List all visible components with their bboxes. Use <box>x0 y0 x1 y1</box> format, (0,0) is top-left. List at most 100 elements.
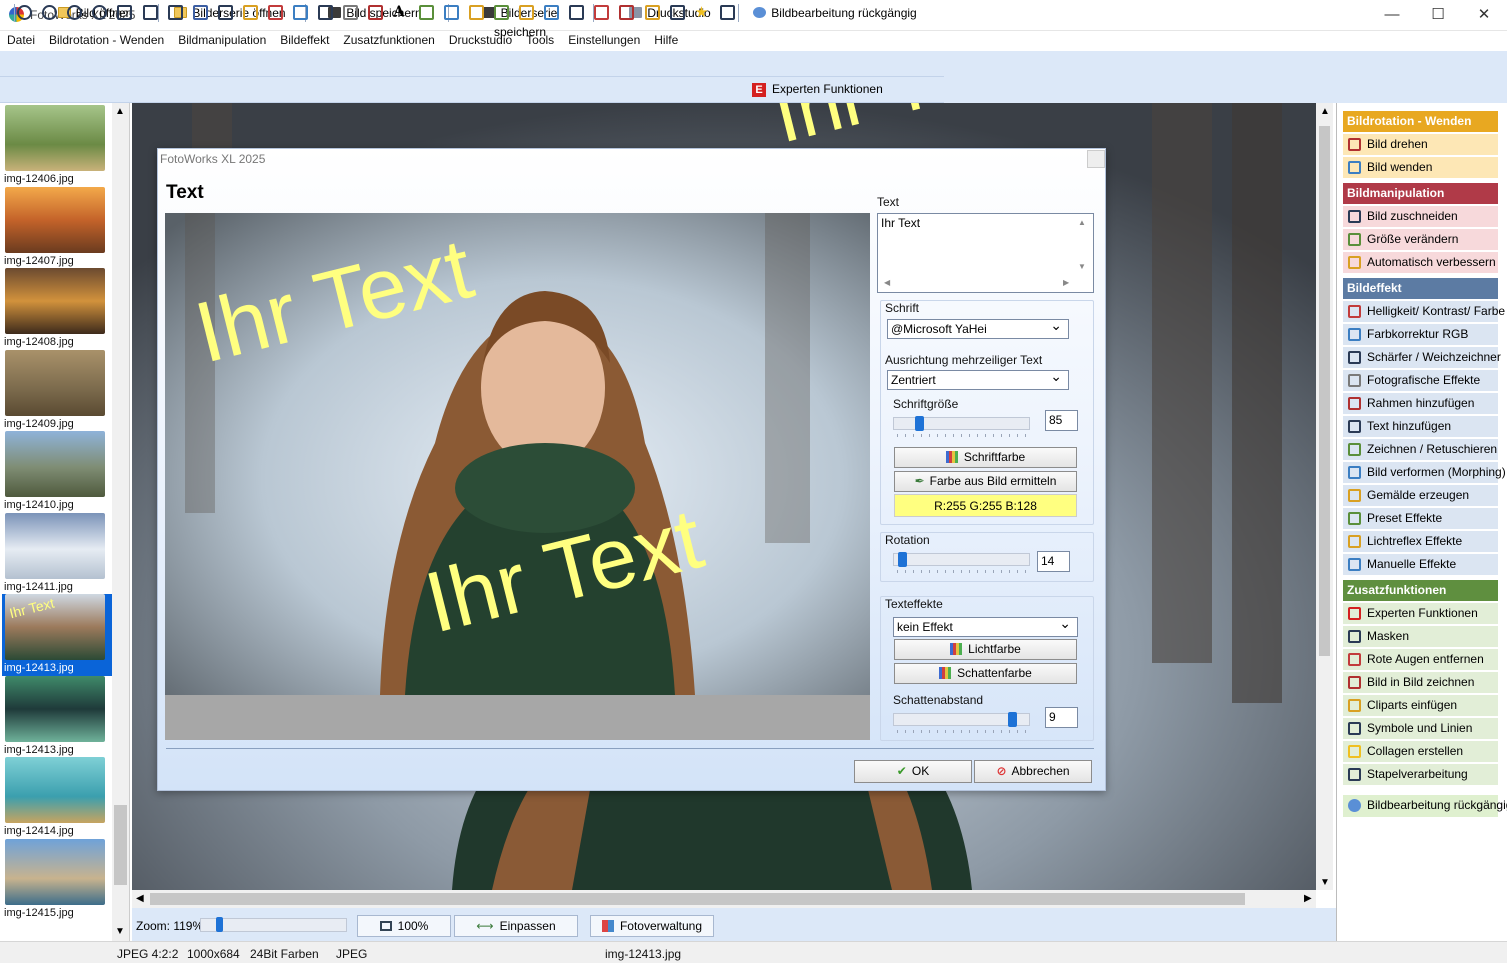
flip-vertical-icon[interactable] <box>142 5 158 20</box>
sidebar-item[interactable]: Bild drehen <box>1343 134 1498 156</box>
thumbnail-image[interactable] <box>5 349 105 416</box>
sidebar-item[interactable]: Fotografische Effekte <box>1343 370 1498 392</box>
text-scroll-right-icon[interactable]: ▶ <box>1063 278 1069 287</box>
menu-zusatzfunktionen[interactable]: Zusatzfunktionen <box>336 31 441 49</box>
zoom-fit-button[interactable]: ⟷ Einpassen <box>454 915 578 937</box>
text-icon[interactable]: A <box>394 5 409 20</box>
rotation-slider[interactable] <box>893 553 1030 566</box>
text-preview[interactable]: Ihr Text Ihr Text <box>165 213 870 695</box>
text-scroll-left-icon[interactable]: ◀ <box>884 278 890 287</box>
canvas-horizontal-scroll-thumb[interactable] <box>150 893 1245 905</box>
auto-enhance-icon[interactable] <box>242 5 258 20</box>
collage-star-icon[interactable]: ★ <box>695 5 710 20</box>
sidebar-undo-button[interactable]: Bildbearbeitung rückgängig <box>1343 795 1507 817</box>
sidebar-item[interactable]: Schärfer / Weichzeichner <box>1343 347 1501 369</box>
sidebar-item[interactable]: Bild in Bild zeichnen <box>1343 672 1498 694</box>
sidebar-section-header[interactable]: Bildrotation - Wenden <box>1343 111 1498 132</box>
menu-hilfe[interactable]: Hilfe <box>647 31 685 49</box>
scroll-down-icon[interactable]: ▼ <box>115 926 125 937</box>
sidebar-item[interactable]: Stapelverarbeitung <box>1343 764 1498 786</box>
sidebar-item[interactable]: Rahmen hinzufügen <box>1343 393 1498 415</box>
close-icon[interactable]: ✕ <box>1461 0 1507 30</box>
thumbnail-image[interactable] <box>5 105 105 171</box>
red-eye-icon[interactable] <box>594 5 610 20</box>
thumbnail-image[interactable]: Ihr Text <box>5 594 105 660</box>
resize-icon[interactable] <box>217 5 233 20</box>
batch-icon[interactable] <box>719 5 735 20</box>
font-size-input[interactable]: 85 <box>1045 410 1078 431</box>
maximize-icon[interactable]: ☐ <box>1415 0 1461 30</box>
sidebar-item[interactable]: Experten Funktionen <box>1343 603 1498 625</box>
shadow-distance-input[interactable]: 9 <box>1045 707 1078 728</box>
minimize-icon[interactable]: — <box>1369 0 1415 30</box>
sidebar-item[interactable]: Größe verändern <box>1343 229 1498 251</box>
sidebar-item[interactable]: Symbole und Linien <box>1343 718 1498 740</box>
sidebar-item[interactable]: Preset Effekte <box>1343 508 1498 530</box>
menu-bildrotation[interactable]: Bildrotation - Wenden <box>42 31 171 49</box>
sidebar-item[interactable]: Bild zuschneiden <box>1343 206 1498 228</box>
sidebar-item[interactable]: Bild wenden <box>1343 157 1498 179</box>
canvas-vertical-scroll-thumb[interactable] <box>1319 126 1330 656</box>
sidebar-section-header[interactable]: Bildeffekt <box>1343 278 1498 299</box>
clipart-icon[interactable] <box>644 5 660 20</box>
effect-select[interactable]: kein Effekt <box>893 615 1078 637</box>
shadow-distance-slider-thumb[interactable] <box>1008 712 1018 727</box>
menu-einstellungen[interactable]: Einstellungen <box>561 31 647 49</box>
manual-effects-icon[interactable] <box>544 5 560 20</box>
morph-icon[interactable] <box>443 5 459 20</box>
sidebar-item[interactable]: Manuelle Effekte <box>1343 554 1498 576</box>
text-input[interactable]: Ihr Text <box>877 213 1094 293</box>
draw-icon[interactable] <box>418 5 434 20</box>
sidebar-item[interactable]: Zeichnen / Retuschieren <box>1343 439 1498 461</box>
sidebar-item[interactable]: Automatisch verbessern <box>1343 252 1498 274</box>
font-select[interactable]: @Microsoft YaHei <box>887 317 1069 339</box>
perspective-icon[interactable] <box>167 5 183 20</box>
painting-icon[interactable] <box>468 5 484 20</box>
thumbnail-image[interactable] <box>5 675 105 742</box>
brightness-icon[interactable] <box>268 5 283 20</box>
sidebar-item[interactable]: Farbkorrektur RGB <box>1343 324 1498 346</box>
expert-functions-button[interactable]: E Experten Funktionen <box>752 82 883 97</box>
shadow-color-button[interactable]: Schattenfarbe <box>894 663 1077 684</box>
photo-effects-icon[interactable] <box>343 5 359 20</box>
scroll-up-icon[interactable]: ▲ <box>1320 106 1330 117</box>
thumbnail-image[interactable] <box>5 757 105 823</box>
sidebar-item[interactable]: Rote Augen entfernen <box>1343 649 1498 671</box>
picture-in-picture-icon[interactable] <box>619 5 635 20</box>
rotation-input[interactable]: 14 <box>1037 551 1070 572</box>
color-rgb-icon[interactable] <box>293 5 309 20</box>
text-scroll-down-icon[interactable]: ▼ <box>1078 262 1086 271</box>
sidebar-item[interactable]: Gemälde erzeugen <box>1343 485 1498 507</box>
sidebar-section-header[interactable]: Bildmanipulation <box>1343 183 1498 204</box>
lens-flare-icon[interactable] <box>519 5 534 20</box>
flip-horizontal-icon[interactable] <box>117 5 133 20</box>
sidebar-item[interactable]: Helligkeit/ Kontrast/ Farbe <box>1343 301 1505 323</box>
cancel-button[interactable]: ⊘ Abbrechen <box>974 760 1092 783</box>
thumbnail-image[interactable] <box>5 512 105 579</box>
thumbnail-scroll-thumb[interactable] <box>114 805 127 885</box>
font-size-slider-thumb[interactable] <box>914 416 924 431</box>
menu-datei[interactable]: Datei <box>0 31 42 49</box>
thumbnail-image[interactable] <box>5 186 105 253</box>
dialog-close-icon[interactable] <box>1087 150 1105 168</box>
photo-manager-button[interactable]: Fotoverwaltung <box>590 915 714 937</box>
rotation-slider-thumb[interactable] <box>897 552 907 567</box>
zoom-100-button[interactable]: 100% <box>357 915 451 937</box>
preset-icon[interactable] <box>493 5 509 20</box>
sidebar-item[interactable]: Bild verformen (Morphing) <box>1343 462 1506 484</box>
scroll-right-icon[interactable]: ▶ <box>1304 893 1312 904</box>
font-size-slider[interactable] <box>893 417 1030 430</box>
mask-icon[interactable] <box>569 5 585 20</box>
align-select[interactable]: Zentriert <box>887 368 1069 390</box>
sidebar-section-header[interactable]: Zusatzfunktionen <box>1343 580 1498 601</box>
ok-button[interactable]: ✔ OK <box>854 760 972 783</box>
sidebar-item[interactable]: Masken <box>1343 626 1498 648</box>
sidebar-item[interactable]: Cliparts einfügen <box>1343 695 1498 717</box>
menu-bildmanipulation[interactable]: Bildmanipulation <box>171 31 273 49</box>
rotate-right-icon[interactable] <box>42 5 58 20</box>
text-scroll-up-icon[interactable]: ▲ <box>1078 218 1086 227</box>
sidebar-item[interactable]: Collagen erstellen <box>1343 741 1498 763</box>
pick-color-button[interactable]: ✒ Farbe aus Bild ermitteln <box>894 471 1077 492</box>
thumbnail-image[interactable] <box>5 838 105 905</box>
font-color-button[interactable]: Schriftfarbe <box>894 447 1077 468</box>
